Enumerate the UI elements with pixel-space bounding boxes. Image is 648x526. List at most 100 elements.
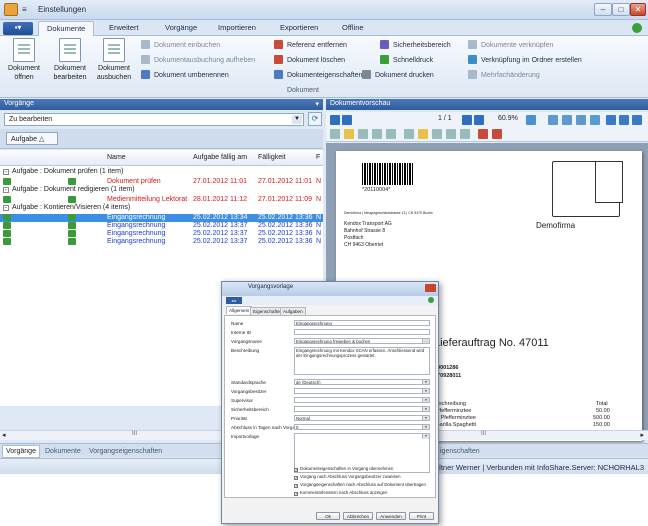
maximize-button[interactable]: □ [612,3,630,16]
dialog-field-0-field[interactable]: Eingangsrechnung [294,320,430,326]
dialog-field2-4-dropdown-icon[interactable]: ▾ [422,416,429,420]
document-properties-button[interactable]: Dokumenteigenschaften [274,70,363,81]
column-header-f[interactable]: F [316,154,320,161]
dialog-field-1-field[interactable] [294,329,430,335]
sort-down-icon[interactable] [576,115,586,125]
undo-checkout-button[interactable]: Dokumentausbuchung aufheben [141,55,255,66]
ok-button[interactable]: Ok [316,512,340,520]
dialog-checkbox-3[interactable]: ✓ Kommentarfenstern nach Abschluss anzeig… [294,490,387,496]
link-documents-button[interactable]: Dokumente verknüpfen [468,40,553,51]
collapse-icon[interactable]: − [3,187,9,193]
tab-vorgangseigenschaften-bottom[interactable]: Vorgangseigenschaften [85,445,166,458]
pdf-icon[interactable] [478,129,488,139]
quick-access-toolbar-button[interactable]: ≡ [22,5,27,14]
checkout-document-button[interactable]: Dokument ausbuchen [94,38,134,82]
dialog-field2-1-dropdown-icon[interactable]: ▾ [422,389,429,393]
remove-reference-button[interactable]: Referenz entfernen [274,40,347,51]
sort-up-icon[interactable] [590,115,600,125]
checkin-document-button[interactable]: Dokument einbuchen [141,40,220,51]
group-row[interactable]: − Aufgabe : Dokument prüfen (1 item) [0,168,323,178]
rectangle-icon[interactable] [386,129,396,139]
print-button[interactable]: Print [409,512,434,520]
group-by-chip-aufgabe[interactable]: Aufgabe △ [6,132,58,145]
thumbnails-icon[interactable] [446,129,456,139]
table-row[interactable]: Medienmitteilung Lektorat 28.01.2012 11:1… [0,196,323,204]
tab-dokumente-bottom[interactable]: Dokumente [41,445,85,458]
group-row[interactable]: − Aufgabe : Kontieren/Visieren (4 items) [0,204,323,214]
dialog-nav-button[interactable]: ◂ ▸ [226,297,242,304]
select-area-icon[interactable] [372,129,382,139]
pane-menu-icon[interactable]: ▾ [315,100,319,108]
help-icon[interactable] [632,23,642,33]
dialog-field2-6-dropdown-icon[interactable]: ▾ [422,434,429,439]
column-header-due-date[interactable]: Aufgabe fällig am [193,154,247,161]
scroll-left-icon[interactable]: ◂ [2,431,6,439]
pointer-icon[interactable] [330,129,340,139]
cancel-button[interactable]: Abbrechen [343,512,373,520]
apply-button[interactable]: Anwenden [376,512,406,520]
previous-page-icon[interactable] [342,115,352,125]
dialog-field-2-dropdown-icon[interactable]: … [422,339,429,343]
single-page-icon[interactable] [606,115,616,125]
table-row[interactable]: Eingangsrechnung 25.02.2012 13:37 25.02.20… [0,222,323,230]
tab-eigenschaften-bottom[interactable]: igenschaften [436,445,484,458]
dialog-description-field[interactable]: Eingangsrechnung mit Kendox SCAN erfasse… [294,347,430,375]
zoom-level[interactable]: 60.9% [498,115,518,122]
chevron-down-icon[interactable]: ▼ [292,115,302,124]
table-row[interactable]: Eingangsrechnung 25.02.2012 13:37 25.02.20… [0,238,323,246]
two-page-icon[interactable] [619,115,629,125]
close-button[interactable]: ✕ [630,3,646,16]
text-icon[interactable] [460,129,470,139]
collapse-icon[interactable]: − [3,205,9,211]
fit-width-icon[interactable] [404,129,414,139]
dialog-field2-5-field[interactable]: 0 ▾ [294,424,430,430]
rename-document-button[interactable]: Dokument umbenennen [141,70,229,81]
dialog-field2-2-field[interactable]: ▾ [294,397,430,403]
dialog-tab-allgemein[interactable]: Allgemein [226,306,253,314]
open-document-button[interactable]: Dokument öffnen [4,38,44,82]
tab-vorgaenge-bottom[interactable]: Vorgänge [2,445,40,458]
column-header-deadline[interactable]: Fälligkeit [258,154,286,161]
tab-importieren[interactable]: Importieren [218,23,256,32]
dialog-field2-4-field[interactable]: Normal ▾ [294,415,430,421]
preview-scroll-grip[interactable]: III [481,431,486,437]
dialog-help-icon[interactable] [428,297,434,303]
column-header-name[interactable]: Name [107,154,126,161]
tab-exportieren[interactable]: Exportieren [280,23,318,32]
checkbox-checked-icon[interactable]: ✓ [294,484,298,488]
dialog-close-icon[interactable] [425,284,436,292]
collapse-icon[interactable]: − [3,169,9,175]
annotate-icon[interactable] [432,129,442,139]
file-menu-button[interactable]: ▪▾ [3,22,33,35]
hand-tool-icon[interactable] [344,129,354,139]
checkbox-checked-icon[interactable]: ✓ [294,476,298,480]
stamp-icon[interactable] [492,129,502,139]
dialog-field2-1-field[interactable]: ▾ [294,388,430,394]
tab-offline[interactable]: Offline [342,23,364,32]
delete-document-button[interactable]: Dokument löschen [274,55,345,66]
dialog-checkbox-2[interactable]: ✓ Vorgangseigenschaften nach Abschluss au… [294,482,426,488]
create-folder-link-button[interactable]: Verknüpfung im Ordner erstellen [468,55,582,66]
dialog-checkbox-1[interactable]: ✓ Vorgang nach Abschluss Vorgangsbesitzer… [294,474,401,480]
preview-scroll-right-icon[interactable]: ▸ [640,431,644,439]
last-page-icon[interactable] [474,115,484,125]
next-page-icon[interactable] [462,115,472,125]
dialog-field2-0-dropdown-icon[interactable]: ▾ [422,380,429,384]
security-area-button[interactable]: Sicherheitsbereich [380,40,451,51]
grid-view-icon[interactable] [632,115,642,125]
checkbox-checked-icon[interactable]: ✓ [294,468,298,472]
dialog-field-2-field[interactable]: Eingangsrechnung freigeben & buchen… [294,338,430,344]
group-row[interactable]: − Aufgabe : Dokument redigieren (1 item) [0,186,323,196]
print-document-button[interactable]: Dokument drucken [362,70,434,81]
sort-az-icon[interactable] [548,115,558,125]
table-row[interactable]: Eingangsrechnung 25.02.2012 13:37 25.02.20… [0,230,323,238]
refresh-icon[interactable]: ⟳ [308,112,322,126]
table-row[interactable]: Dokument prüfen 27.01.2012 11:01 27.01.201… [0,178,323,186]
dialog-field2-3-field[interactable]: ▾ [294,406,430,412]
edit-document-button[interactable]: Dokument bearbeiten [50,38,90,82]
quick-print-button[interactable]: Schnelldruck [380,55,433,66]
dialog-field2-3-dropdown-icon[interactable]: ▾ [422,407,429,411]
first-page-icon[interactable] [330,115,340,125]
tab-dokumente[interactable]: Dokumente [38,21,95,37]
dialog-tab-aufgaben[interactable]: Aufgaben [280,307,306,315]
